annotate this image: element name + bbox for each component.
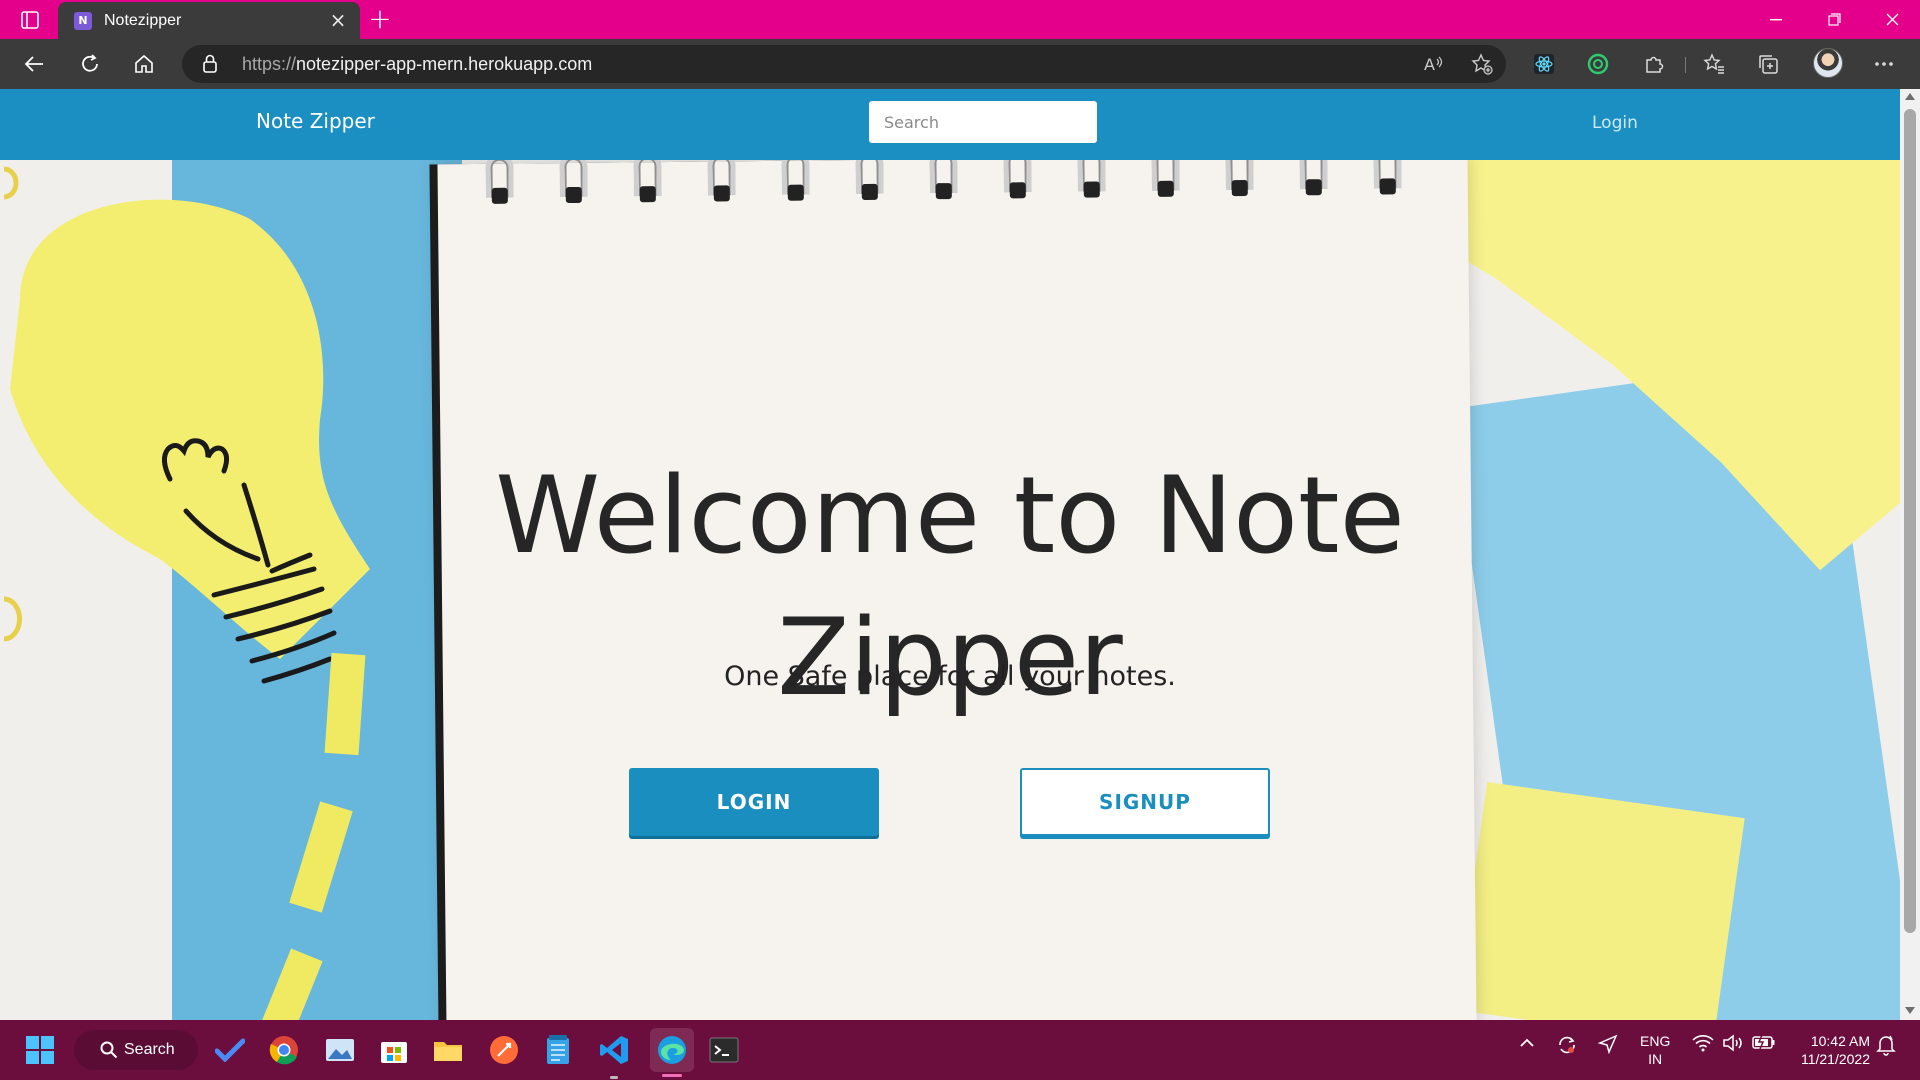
url-text: https://notezipper-app-mern.herokuapp.co… xyxy=(242,54,593,74)
tab-title: Notezipper xyxy=(104,11,182,29)
system-clock[interactable]: 10:42 AM 11/21/2022 xyxy=(1786,1032,1870,1068)
spiral-ring xyxy=(485,153,514,208)
nav-login-link[interactable]: Login xyxy=(1592,113,1638,133)
browser-toolbar: https://notezipper-app-mern.herokuapp.co… xyxy=(0,39,1920,89)
search-icon xyxy=(100,1041,118,1064)
collections-icon[interactable] xyxy=(1752,49,1784,79)
tab-actions-icon[interactable] xyxy=(14,6,46,33)
onenote-favicon-icon: N xyxy=(74,11,92,30)
search-input[interactable] xyxy=(869,101,1097,143)
favorites-icon[interactable] xyxy=(1698,49,1730,79)
page-scrollbar[interactable] xyxy=(1900,89,1920,1020)
chrome-icon[interactable] xyxy=(266,1032,302,1068)
clock-time: 10:42 AM xyxy=(1810,1033,1870,1049)
spiral-ring xyxy=(559,152,588,207)
signup-button[interactable]: SIGNUP xyxy=(1020,768,1270,836)
minimize-icon[interactable] xyxy=(1748,0,1804,39)
back-arrow-icon[interactable] xyxy=(18,49,50,79)
yellow-sticky-note xyxy=(1455,782,1745,1020)
add-favorite-icon[interactable] xyxy=(1466,49,1498,79)
svg-text:A: A xyxy=(1424,55,1435,74)
windows-taskbar: Search ENG IN 10:42 AM 11/21/2022 xyxy=(0,1020,1920,1080)
page-viewport: Welcome to Note Zipper One Safe place fo… xyxy=(0,89,1920,1020)
wifi-icon[interactable] xyxy=(1692,1034,1714,1057)
notepad-icon[interactable] xyxy=(540,1032,576,1068)
login-button[interactable]: LOGIN xyxy=(629,768,879,836)
lock-icon[interactable] xyxy=(202,54,218,78)
site-navbar: Note Zipper Login xyxy=(0,89,1900,160)
new-tab-icon[interactable]: + xyxy=(366,5,394,34)
file-explorer-icon[interactable] xyxy=(430,1032,466,1068)
hero-subtitle: One Safe place for all your notes. xyxy=(724,661,1176,692)
store-icon[interactable] xyxy=(376,1032,412,1068)
read-aloud-icon[interactable]: A xyxy=(1418,49,1450,79)
scroll-down-icon[interactable] xyxy=(1905,1007,1915,1014)
react-devtools-icon[interactable] xyxy=(1528,49,1560,79)
clock-date: 11/21/2022 xyxy=(1800,1051,1870,1067)
todo-icon[interactable] xyxy=(212,1032,248,1068)
language-code: ENG xyxy=(1640,1033,1671,1049)
running-indicator xyxy=(610,1076,618,1079)
grammarly-icon[interactable] xyxy=(1582,49,1614,79)
extensions-icon[interactable] xyxy=(1638,49,1670,79)
show-hidden-icons-icon[interactable] xyxy=(1518,1034,1536,1057)
profile-avatar[interactable] xyxy=(1813,48,1843,78)
language-indicator[interactable]: ENG IN xyxy=(1640,1032,1670,1068)
close-window-icon[interactable] xyxy=(1864,0,1920,39)
photos-icon[interactable] xyxy=(322,1032,358,1068)
scroll-thumb[interactable] xyxy=(1904,109,1916,933)
toolbar-separator xyxy=(1685,57,1686,73)
browser-tab-strip: N Notezipper × + xyxy=(0,0,1920,39)
battery-icon[interactable] xyxy=(1752,1034,1776,1055)
address-bar[interactable]: https://notezipper-app-mern.herokuapp.co… xyxy=(182,45,1506,83)
brand-link[interactable]: Note Zipper xyxy=(256,109,375,133)
refresh-icon[interactable] xyxy=(74,49,106,79)
more-options-icon[interactable] xyxy=(1868,49,1900,79)
windows-start-icon[interactable] xyxy=(22,1032,58,1068)
edge-icon[interactable] xyxy=(650,1028,694,1072)
scroll-up-icon[interactable] xyxy=(1905,93,1915,100)
volume-icon[interactable] xyxy=(1722,1034,1744,1057)
home-icon[interactable] xyxy=(128,49,160,79)
active-app-indicator xyxy=(662,1074,682,1077)
sync-icon[interactable] xyxy=(1556,1034,1578,1061)
vscode-icon[interactable] xyxy=(596,1032,632,1068)
yellow-dash xyxy=(324,652,366,756)
taskbar-search-label: Search xyxy=(124,1041,175,1058)
region-code: IN xyxy=(1648,1051,1663,1067)
restore-icon[interactable] xyxy=(1806,0,1862,39)
send-location-icon[interactable] xyxy=(1597,1034,1618,1059)
tab-close-icon[interactable]: × xyxy=(328,8,348,32)
browser-tab-active[interactable]: N Notezipper × xyxy=(58,2,360,39)
spiral-ring xyxy=(633,152,662,206)
terminal-icon[interactable] xyxy=(706,1032,742,1068)
postman-icon[interactable] xyxy=(486,1032,522,1068)
lightbulb-cutout-icon xyxy=(3,166,370,684)
taskbar-search[interactable]: Search xyxy=(74,1030,198,1070)
notification-bell-icon[interactable] xyxy=(1876,1034,1896,1061)
